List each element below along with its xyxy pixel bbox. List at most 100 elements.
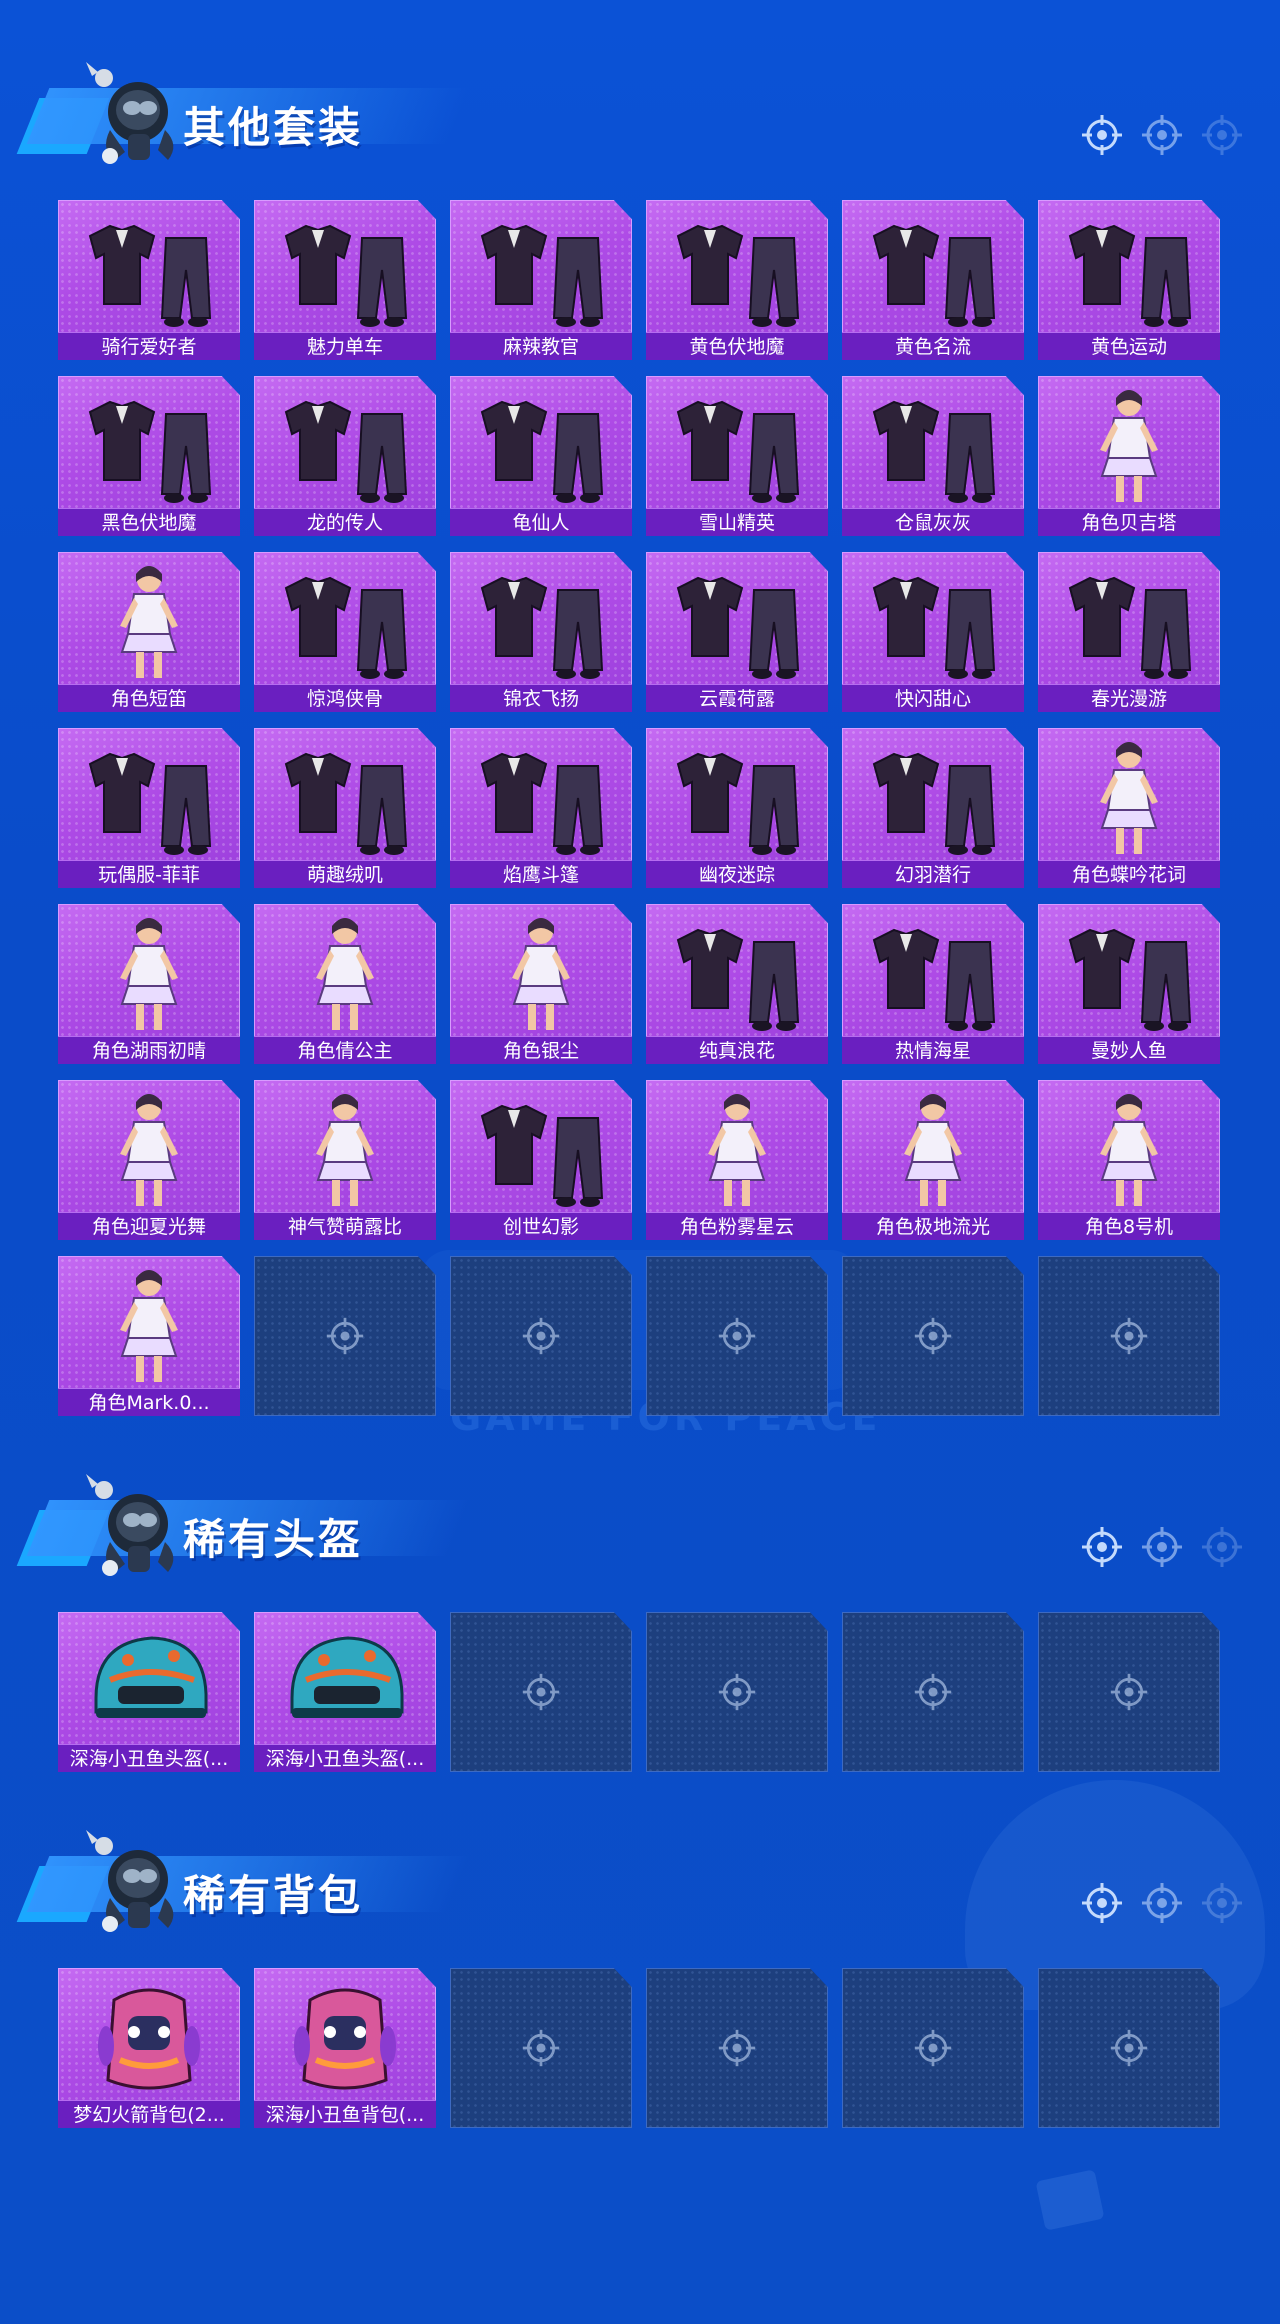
- outfit-set-icon: [1050, 208, 1208, 332]
- item-label: 角色倩公主: [254, 1036, 436, 1064]
- outfit-set-icon: [266, 384, 424, 508]
- crosshair-decoration: [1080, 113, 1260, 163]
- item-label: 曼妙人鱼: [1038, 1036, 1220, 1064]
- mascot-figure-icon: [80, 60, 190, 170]
- item-card[interactable]: 焰鹰斗篷: [450, 728, 632, 888]
- outfit-set-icon: [1050, 912, 1208, 1036]
- item-label: 深海小丑鱼背包(...: [254, 2100, 436, 2128]
- character-icon: [1050, 1088, 1208, 1212]
- item-card[interactable]: 龙的传人: [254, 376, 436, 536]
- outfit-set-icon: [854, 560, 1012, 684]
- item-card[interactable]: 玩偶服-菲菲: [58, 728, 240, 888]
- item-card[interactable]: 曼妙人鱼: [1038, 904, 1220, 1064]
- character-icon: [854, 1088, 1012, 1212]
- crosshair-icon: [1140, 1525, 1184, 1569]
- item-label: 惊鸿侠骨: [254, 684, 436, 712]
- item-label: 黄色运动: [1038, 332, 1220, 360]
- outfit-set-icon: [462, 1088, 620, 1212]
- item-card[interactable]: 角色湖雨初晴: [58, 904, 240, 1064]
- item-label: 春光漫游: [1038, 684, 1220, 712]
- backpack-icon: [266, 1976, 424, 2100]
- crosshair-icon: [1080, 113, 1124, 157]
- item-label: 角色粉雾星云: [646, 1212, 828, 1240]
- item-card[interactable]: 角色8号机: [1038, 1080, 1220, 1240]
- item-card[interactable]: 惊鸿侠骨: [254, 552, 436, 712]
- item-card[interactable]: 幽夜迷踪: [646, 728, 828, 888]
- item-card[interactable]: 角色倩公主: [254, 904, 436, 1064]
- item-card[interactable]: 角色贝吉塔: [1038, 376, 1220, 536]
- outfit-set-icon: [658, 384, 816, 508]
- section-header: 其他套装: [16, 58, 470, 170]
- item-card[interactable]: 萌趣绒叽: [254, 728, 436, 888]
- outfit-set-icon: [854, 912, 1012, 1036]
- item-label: 角色8号机: [1038, 1212, 1220, 1240]
- item-card[interactable]: 黑色伏地魔: [58, 376, 240, 536]
- item-card[interactable]: 热情海星: [842, 904, 1024, 1064]
- item-card[interactable]: 云霞荷露: [646, 552, 828, 712]
- item-label: 黄色伏地魔: [646, 332, 828, 360]
- empty-slot: [1038, 1256, 1220, 1416]
- character-icon: [70, 560, 228, 684]
- outfit-set-icon: [266, 736, 424, 860]
- item-card[interactable]: 春光漫游: [1038, 552, 1220, 712]
- item-label: 创世幻影: [450, 1212, 632, 1240]
- empty-slot: [450, 1612, 632, 1772]
- item-card[interactable]: 角色粉雾星云: [646, 1080, 828, 1240]
- item-card[interactable]: 仓鼠灰灰: [842, 376, 1024, 536]
- outfit-set-icon: [854, 736, 1012, 860]
- item-card[interactable]: 黄色名流: [842, 200, 1024, 360]
- item-card[interactable]: 创世幻影: [450, 1080, 632, 1240]
- crosshair-icon: [325, 1316, 365, 1356]
- item-label: 玩偶服-菲菲: [58, 860, 240, 888]
- item-card[interactable]: 纯真浪花: [646, 904, 828, 1064]
- item-card[interactable]: 角色银尘: [450, 904, 632, 1064]
- crosshair-icon: [1140, 1881, 1184, 1925]
- outfit-set-icon: [854, 208, 1012, 332]
- item-card[interactable]: 快闪甜心: [842, 552, 1024, 712]
- outfit-set-icon: [658, 912, 816, 1036]
- character-icon: [1050, 736, 1208, 860]
- item-label: 梦幻火箭背包(2...: [58, 2100, 240, 2128]
- mascot-figure-icon: [80, 1828, 190, 1938]
- item-label: 锦衣飞扬: [450, 684, 632, 712]
- item-card[interactable]: 梦幻火箭背包(2...: [58, 1968, 240, 2128]
- crosshair-icon: [1080, 1881, 1124, 1925]
- item-card[interactable]: 骑行爱好者: [58, 200, 240, 360]
- item-card[interactable]: 黄色伏地魔: [646, 200, 828, 360]
- item-label: 快闪甜心: [842, 684, 1024, 712]
- crosshair-icon: [1200, 1881, 1244, 1925]
- item-label: 萌趣绒叽: [254, 860, 436, 888]
- crosshair-icon: [1109, 2028, 1149, 2068]
- item-label: 魅力单车: [254, 332, 436, 360]
- item-card[interactable]: 深海小丑鱼头盔(...: [254, 1612, 436, 1772]
- section-title: 稀有头盔: [183, 1515, 364, 1564]
- outfit-set-icon: [462, 208, 620, 332]
- item-card[interactable]: 麻辣教官: [450, 200, 632, 360]
- crosshair-icon: [913, 2028, 953, 2068]
- item-card[interactable]: 魅力单车: [254, 200, 436, 360]
- crosshair-icon: [521, 1672, 561, 1712]
- item-card[interactable]: 龟仙人: [450, 376, 632, 536]
- item-label: 龟仙人: [450, 508, 632, 536]
- item-card[interactable]: 角色迎夏光舞: [58, 1080, 240, 1240]
- item-card[interactable]: 深海小丑鱼背包(...: [254, 1968, 436, 2128]
- empty-slot: [646, 1612, 828, 1772]
- crosshair-icon: [1109, 1316, 1149, 1356]
- item-card[interactable]: 神气赞萌露比: [254, 1080, 436, 1240]
- item-card[interactable]: 角色Mark.0...: [58, 1256, 240, 1416]
- section-header: 稀有头盔: [16, 1470, 470, 1580]
- item-card[interactable]: 角色蝶吟花词: [1038, 728, 1220, 888]
- item-label: 黄色名流: [842, 332, 1024, 360]
- outfit-set-icon: [266, 208, 424, 332]
- character-icon: [462, 912, 620, 1036]
- item-card[interactable]: 角色极地流光: [842, 1080, 1024, 1240]
- item-card[interactable]: 角色短笛: [58, 552, 240, 712]
- item-card[interactable]: 黄色运动: [1038, 200, 1220, 360]
- item-card[interactable]: 深海小丑鱼头盔(...: [58, 1612, 240, 1772]
- item-card[interactable]: 雪山精英: [646, 376, 828, 536]
- empty-slot: [842, 1612, 1024, 1772]
- crosshair-icon: [913, 1316, 953, 1356]
- item-card[interactable]: 幻羽潜行: [842, 728, 1024, 888]
- item-card[interactable]: 锦衣飞扬: [450, 552, 632, 712]
- empty-slot: [254, 1256, 436, 1416]
